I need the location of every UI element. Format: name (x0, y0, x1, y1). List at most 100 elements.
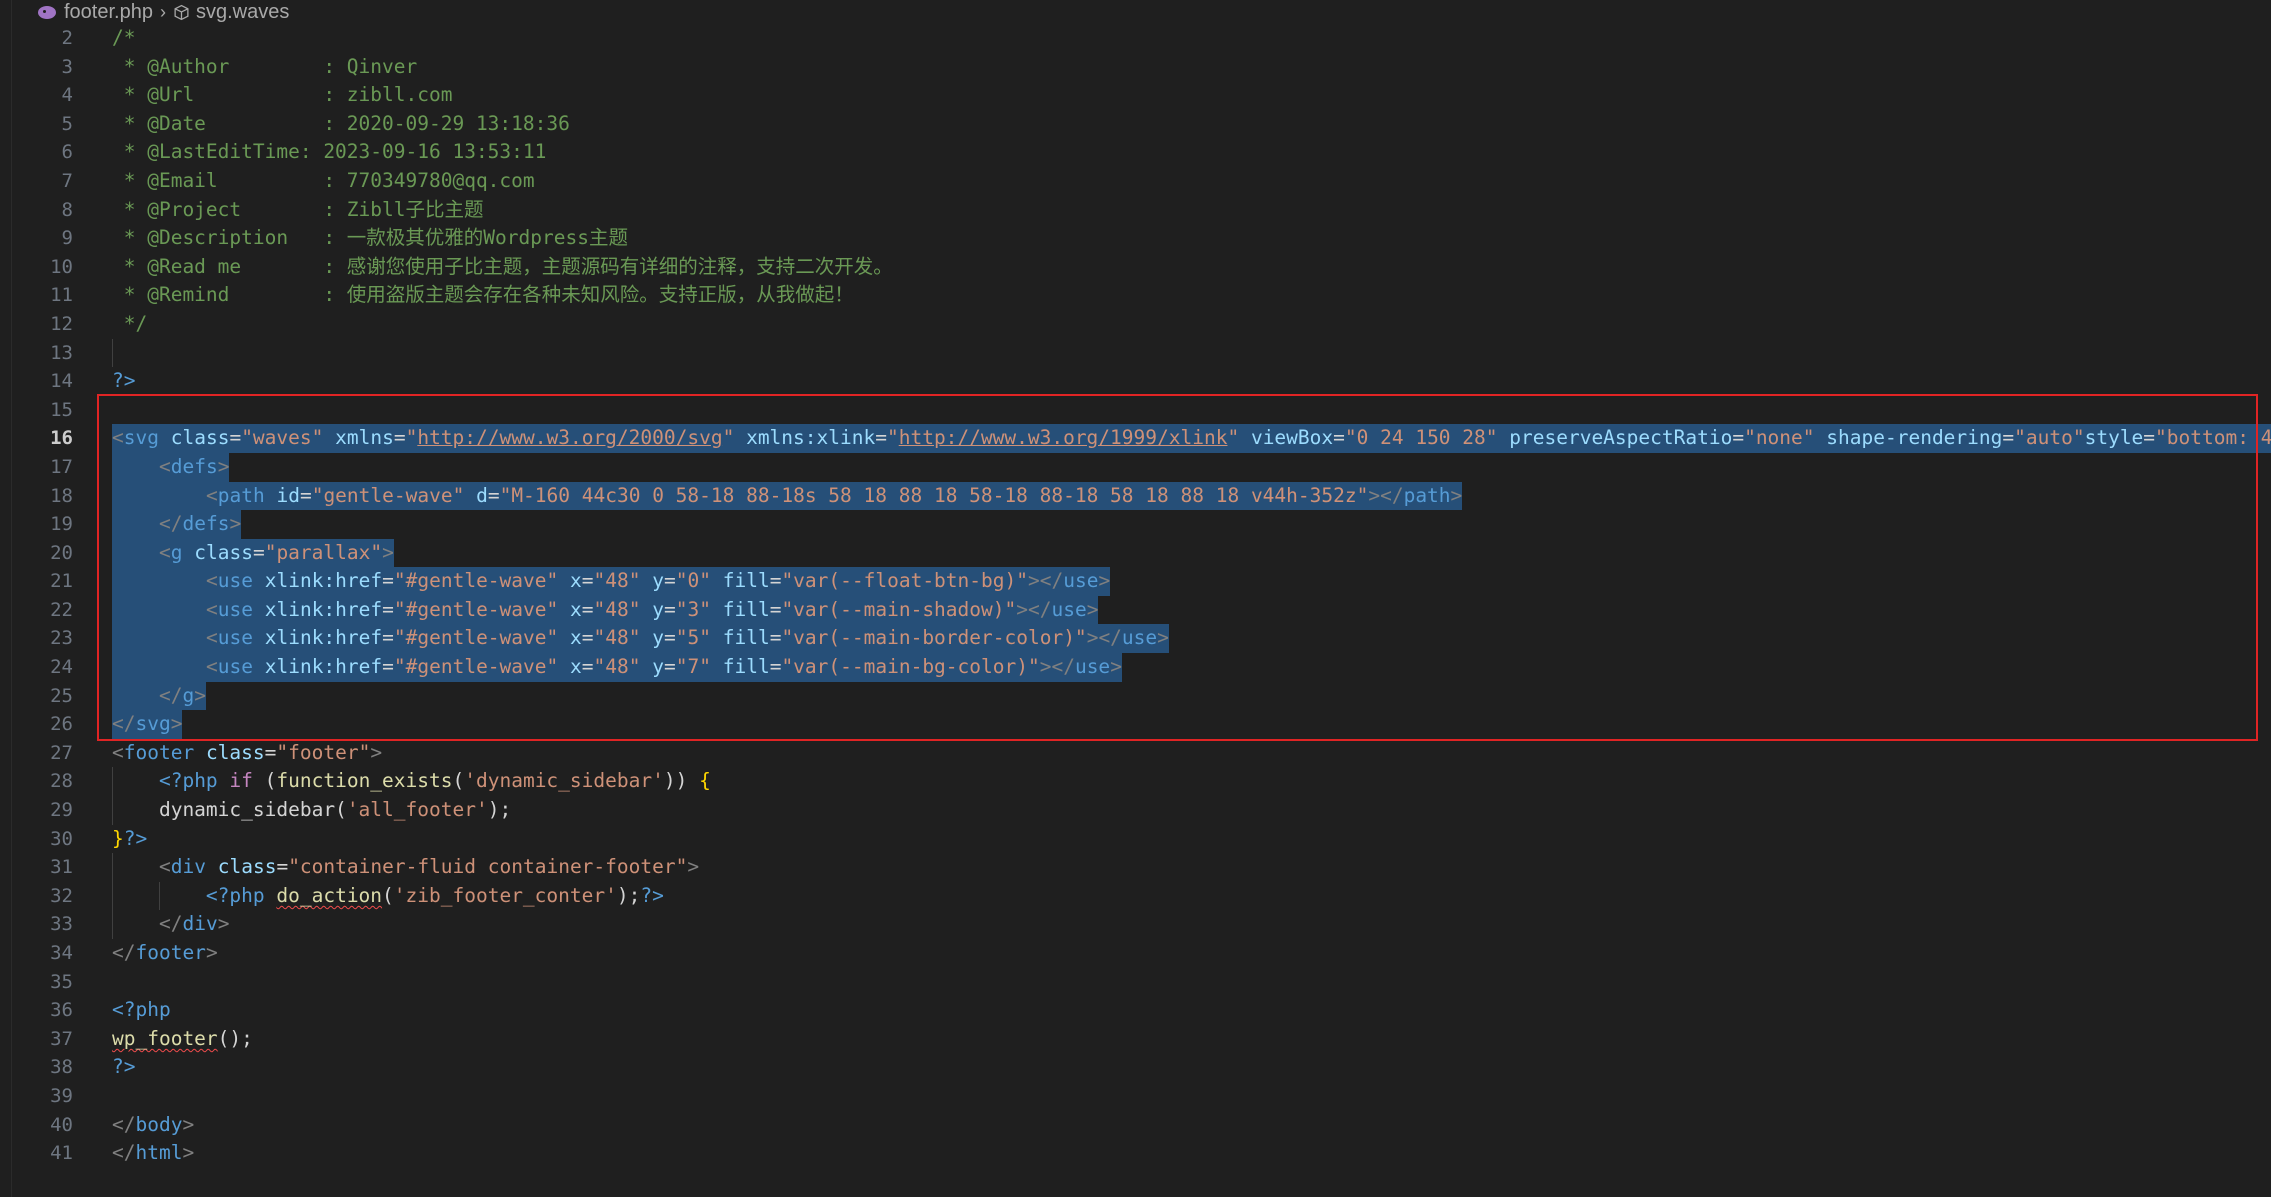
breadcrumb: footer.php › svg.waves (0, 0, 2271, 24)
line-number: 3 (61, 55, 73, 78)
code-text: * @Remind : 使用盗版主题会存在各种未知风险。支持正版，从我做起！ (112, 283, 854, 307)
code-line[interactable]: 39 (0, 1082, 2271, 1111)
php-elephant-icon (38, 5, 56, 19)
code-line[interactable]: 37 wp_footer(); (0, 1025, 2271, 1054)
line-number: 7 (61, 169, 73, 192)
line-number: 21 (50, 570, 73, 593)
code-line[interactable]: 9 * @Description : 一款极其优雅的Wordpress主题 (0, 224, 2271, 253)
line-number: 20 (50, 541, 73, 564)
line-number: 24 (50, 656, 73, 679)
code-text: <?php do_action('zib_footer_conter');?> (205, 883, 664, 907)
code-text: * @LastEditTime: 2023-09-16 13:53:11 (112, 140, 547, 164)
code-line[interactable]: 36 <?php (0, 996, 2271, 1025)
code-line[interactable]: 41 </html> (0, 1139, 2271, 1168)
code-text: /* (112, 26, 136, 49)
code-text: <g class="parallax"> (112, 538, 394, 568)
code-line[interactable]: 33 </div> (0, 910, 2271, 939)
code-line[interactable]: 31 <div class="container-fluid container… (0, 853, 2271, 882)
line-number: 4 (61, 84, 73, 107)
code-text: * @Email : 770349780@qq.com (112, 168, 535, 192)
code-line[interactable]: 12 */ (0, 310, 2271, 339)
code-line[interactable]: 29 dynamic_sidebar('all_footer'); (0, 796, 2271, 825)
line-number: 28 (50, 770, 73, 793)
line-number: 13 (50, 341, 73, 364)
code-line[interactable]: 17 <defs> (0, 452, 2271, 482)
code-text: </g> (112, 681, 206, 711)
code-line[interactable]: 16 <svg class="waves" xmlns="http://www.w… (0, 424, 2271, 453)
chevron-right-icon: › (159, 1, 166, 22)
code-line[interactable]: 14 ?> (0, 367, 2271, 396)
line-number: 9 (61, 227, 73, 250)
code-line[interactable]: 38 ?> (0, 1053, 2271, 1082)
code-text: * @Author : Qinver (112, 54, 418, 78)
line-number: 23 (50, 627, 73, 650)
line-number: 15 (50, 398, 73, 421)
line-number: 22 (50, 598, 73, 621)
code-line[interactable]: 30}?> (0, 825, 2271, 854)
code-text: <?php (112, 998, 171, 1022)
line-number: 35 (50, 970, 73, 993)
code-text: <use xlink:href="#gentle-wave" x="48" y=… (112, 653, 1122, 682)
code-line[interactable]: 22 <use xlink:href="#gentle-wave" x="48"… (0, 595, 2271, 625)
code-text: }?> (112, 826, 148, 850)
code-line[interactable]: 23 <use xlink:href="#gentle-wave" x="48"… (0, 624, 2271, 654)
code-text: <defs> (112, 452, 230, 482)
breadcrumb-file[interactable]: footer.php (64, 1, 153, 24)
code-line[interactable]: 26 </svg> (0, 710, 2271, 739)
line-number: 41 (50, 1142, 73, 1165)
code-line[interactable]: 32 <?php do_action('zib_footer_conter');… (0, 881, 2271, 911)
line-number: 8 (61, 198, 73, 221)
code-text: </svg> (112, 710, 183, 739)
line-number: 10 (50, 255, 73, 278)
code-text: <use xlink:href="#gentle-wave" x="48" y=… (112, 624, 1169, 654)
code-line[interactable]: 15 (0, 396, 2271, 425)
code-line[interactable]: 6 * @LastEditTime: 2023-09-16 13:53:11 (0, 138, 2271, 167)
code-editor[interactable]: footer.php › svg.waves 2 /* 3 * @Author : … (0, 0, 2271, 1197)
code-text: ?> (112, 1055, 136, 1079)
code-line[interactable]: 19 </defs> (0, 510, 2271, 539)
code-line[interactable]: 20 <g class="parallax"> (0, 538, 2271, 568)
code-text: <path id="gentle-wave" d="M-160 44c30 0 … (112, 481, 1463, 511)
code-line[interactable]: 10 * @Read me : 感谢您使用子比主题，主题源码有详细的注释，支持二… (0, 253, 2271, 282)
code-line[interactable]: 35 (0, 968, 2271, 997)
code-line[interactable]: 7 * @Email : 770349780@qq.com (0, 167, 2271, 196)
code-line[interactable]: 13 (0, 338, 2271, 368)
line-number: 18 (50, 484, 73, 507)
code-text: <use xlink:href="#gentle-wave" x="48" y=… (112, 567, 1111, 596)
code-line[interactable]: 40 </body> (0, 1111, 2271, 1140)
line-number: 25 (50, 684, 73, 707)
line-number: 19 (50, 513, 73, 536)
line-number: 37 (50, 1027, 73, 1050)
line-number: 2 (61, 27, 73, 49)
line-number: 27 (50, 741, 73, 764)
code-text: <use xlink:href="#gentle-wave" x="48" y=… (112, 595, 1099, 625)
code-line[interactable]: 11 * @Remind : 使用盗版主题会存在各种未知风险。支持正版，从我做起… (0, 281, 2271, 310)
code-line[interactable]: 34 </footer> (0, 939, 2271, 968)
code-text: </html> (112, 1141, 195, 1165)
breadcrumb-symbol[interactable]: svg.waves (196, 1, 289, 24)
code-text: */ (112, 311, 148, 335)
code-line[interactable]: 3 * @Author : Qinver (0, 53, 2271, 82)
code-line[interactable]: 2 /* (0, 24, 2271, 53)
code-line[interactable]: 24 <use xlink:href="#gentle-wave" x="48"… (0, 653, 2271, 682)
line-number: 16 (50, 427, 73, 450)
code-line[interactable]: 21 <use xlink:href="#gentle-wave" x="48"… (0, 567, 2271, 596)
code-line[interactable]: 25 </g> (0, 681, 2271, 711)
code-text: <?php if (function_exists('dynamic_sideb… (158, 769, 711, 793)
code-line[interactable]: 18 <path id="gentle-wave" d="M-160 44c30… (0, 481, 2271, 511)
line-number: 32 (50, 884, 73, 907)
line-number: 40 (50, 1113, 73, 1136)
code-line[interactable]: 4 * @Url : zibll.com (0, 81, 2271, 110)
line-number: 33 (50, 913, 73, 936)
line-number: 14 (50, 370, 73, 393)
code-text: </div> (159, 912, 230, 936)
code-line[interactable]: 8 * @Project : Zibll子比主题 (0, 196, 2271, 225)
line-number: 31 (50, 856, 73, 879)
code-lines[interactable]: 2/* 3 * @Author : Qinver 4 * @Url : zibll.… (0, 24, 2271, 1168)
code-line[interactable]: 28 <?php if (function_exists('dynamic_si… (0, 767, 2271, 797)
code-line[interactable]: 5 * @Date : 2020-09-29 13:18:36 (0, 110, 2271, 139)
code-text: * @Url : zibll.com (112, 83, 453, 107)
code-line[interactable]: 27 <footer class="footer"> (0, 739, 2271, 768)
line-number: 12 (50, 312, 73, 335)
code-text: <svg class="waves" xmlns="http://www.w3.… (112, 424, 2271, 453)
